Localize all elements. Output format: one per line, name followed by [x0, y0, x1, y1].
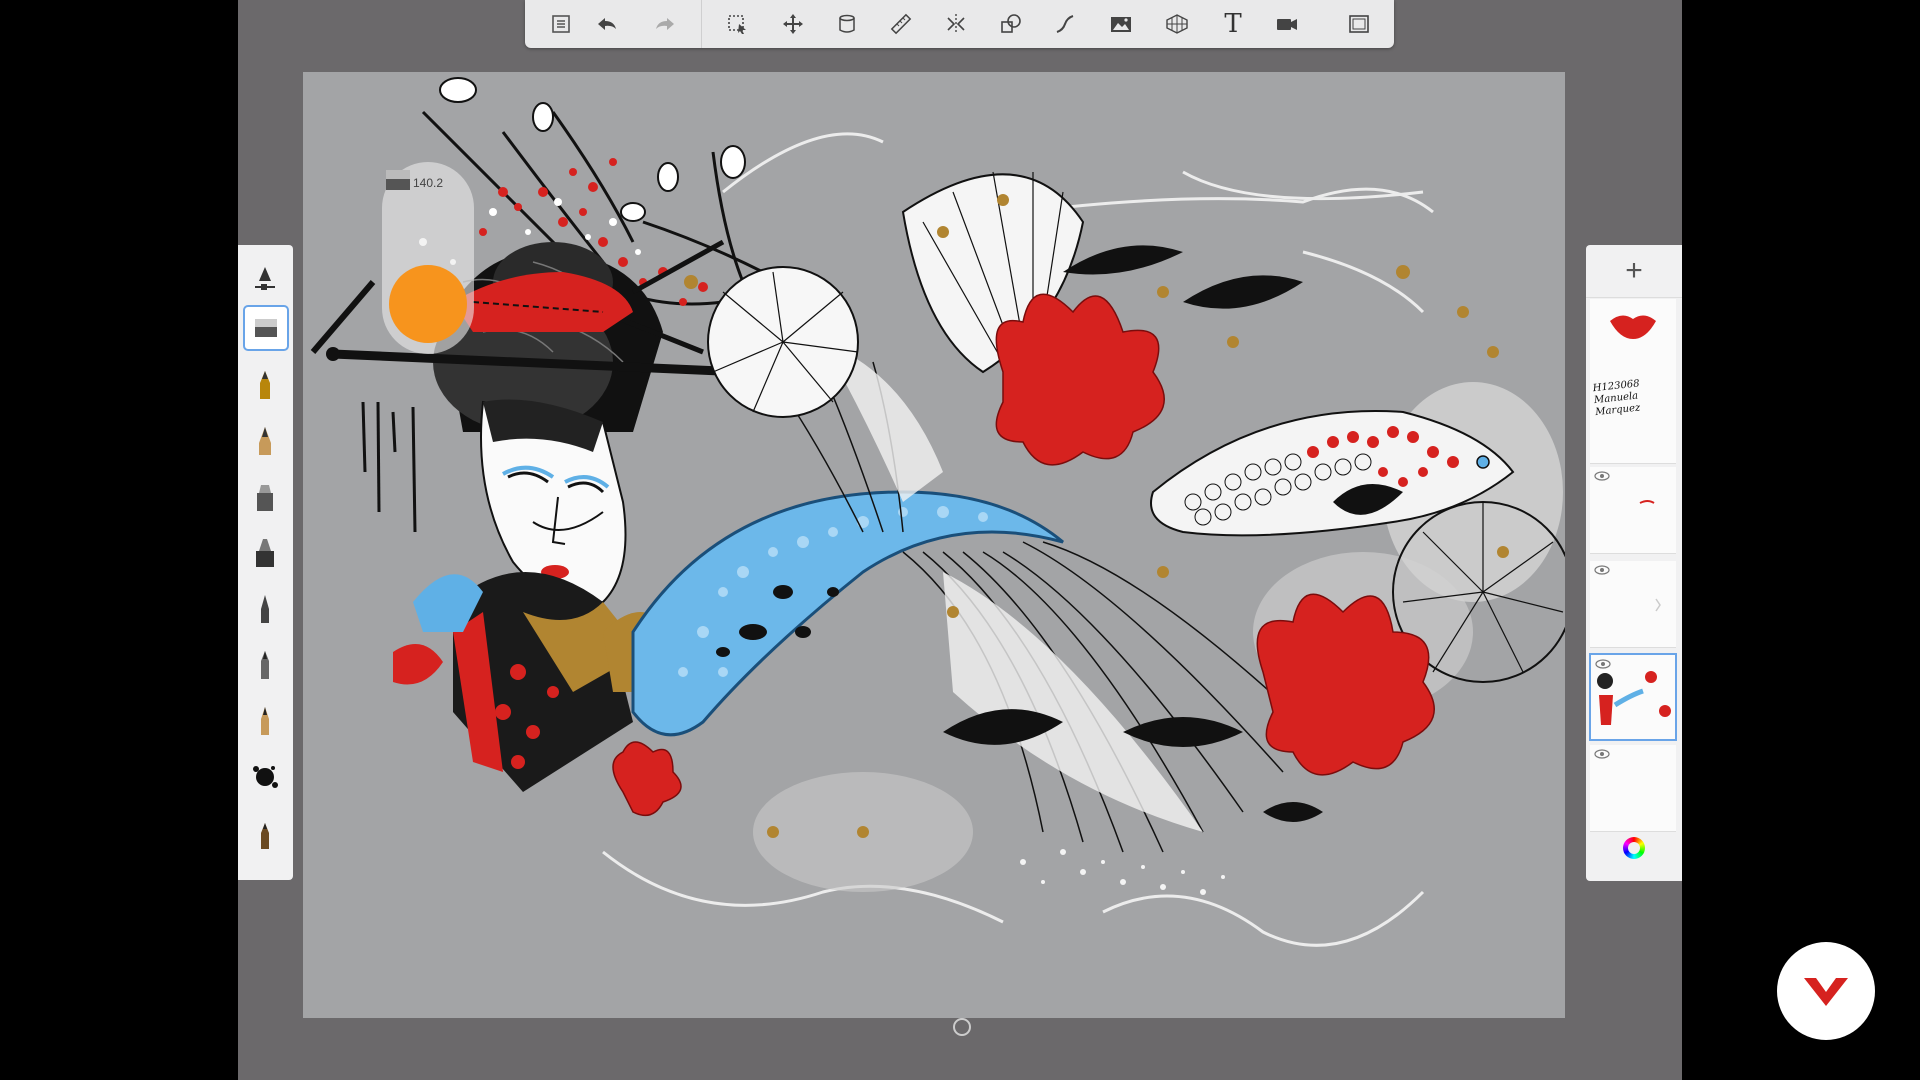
current-color-swatch[interactable]: [389, 265, 467, 343]
brush-puck[interactable]: 140.2: [382, 162, 474, 354]
eraser-brush-icon[interactable]: [243, 305, 289, 351]
layer-5-thumbnail: [1597, 671, 1671, 725]
marker-brush-icon[interactable]: [242, 473, 288, 519]
sketchbook-app: T 140.2 + H123068 Manuela Marquez: [238, 0, 1682, 1080]
text-icon[interactable]: T: [1217, 8, 1249, 40]
shapes-icon[interactable]: [995, 8, 1027, 40]
toolbar-separator: [701, 0, 702, 48]
ink-pen-icon[interactable]: [242, 697, 288, 743]
perspective-icon[interactable]: [1161, 8, 1193, 40]
selection-icon[interactable]: [721, 8, 753, 40]
brush-palette: [238, 245, 293, 880]
logo-mark-icon: [1804, 978, 1848, 1006]
splatter-brush-icon[interactable]: [242, 753, 288, 799]
stroke-icon[interactable]: [1049, 8, 1081, 40]
lips-thumbnail: [1610, 315, 1656, 339]
top-toolbar: T: [525, 0, 1394, 48]
pencil-brush-icon[interactable]: [242, 361, 288, 407]
menu-icon[interactable]: [545, 8, 577, 40]
artwork-illustration: [310, 77, 1565, 947]
image-icon[interactable]: [1105, 8, 1137, 40]
canvas-handle-icon[interactable]: [953, 1018, 971, 1036]
layer-thumbnail-selected[interactable]: [1589, 653, 1677, 741]
layer-3-thumbnail: [1639, 500, 1655, 504]
layer-panel: + H123068 Manuela Marquez: [1586, 245, 1682, 881]
brush-properties-icon[interactable]: [242, 255, 288, 301]
channel-logo: [1777, 942, 1875, 1040]
transform-icon[interactable]: [777, 8, 809, 40]
ballpoint-brush-icon[interactable]: [242, 417, 288, 463]
color-wheel-icon[interactable]: [1623, 837, 1645, 859]
signature-text: H123068 Manuela Marquez: [1592, 378, 1641, 419]
paint-brush-icon[interactable]: [242, 641, 288, 687]
visibility-eye-icon[interactable]: [1594, 749, 1610, 759]
fullscreen-icon[interactable]: [1343, 8, 1375, 40]
symmetry-icon[interactable]: [940, 8, 972, 40]
record-icon[interactable]: [1271, 8, 1303, 40]
ruler-icon[interactable]: [885, 8, 917, 40]
redo-icon[interactable]: [649, 8, 681, 40]
drawing-canvas[interactable]: 140.2: [303, 72, 1565, 1018]
layer-thumbnail[interactable]: [1590, 745, 1676, 832]
layer-thumbnail[interactable]: [1590, 561, 1676, 648]
smudge-brush-icon[interactable]: [242, 811, 288, 857]
eraser-preview-icon: [386, 170, 410, 190]
chisel-marker-icon[interactable]: [242, 529, 288, 575]
airbrush-icon[interactable]: [242, 585, 288, 631]
undo-icon[interactable]: [591, 8, 623, 40]
layer-4-thumbnail: [1655, 598, 1661, 612]
copy-layer-icon[interactable]: [831, 8, 863, 40]
layer-thumbnail[interactable]: H123068 Manuela Marquez: [1590, 373, 1676, 464]
layer-thumbnail[interactable]: [1590, 467, 1676, 554]
add-layer-button[interactable]: +: [1586, 245, 1682, 298]
